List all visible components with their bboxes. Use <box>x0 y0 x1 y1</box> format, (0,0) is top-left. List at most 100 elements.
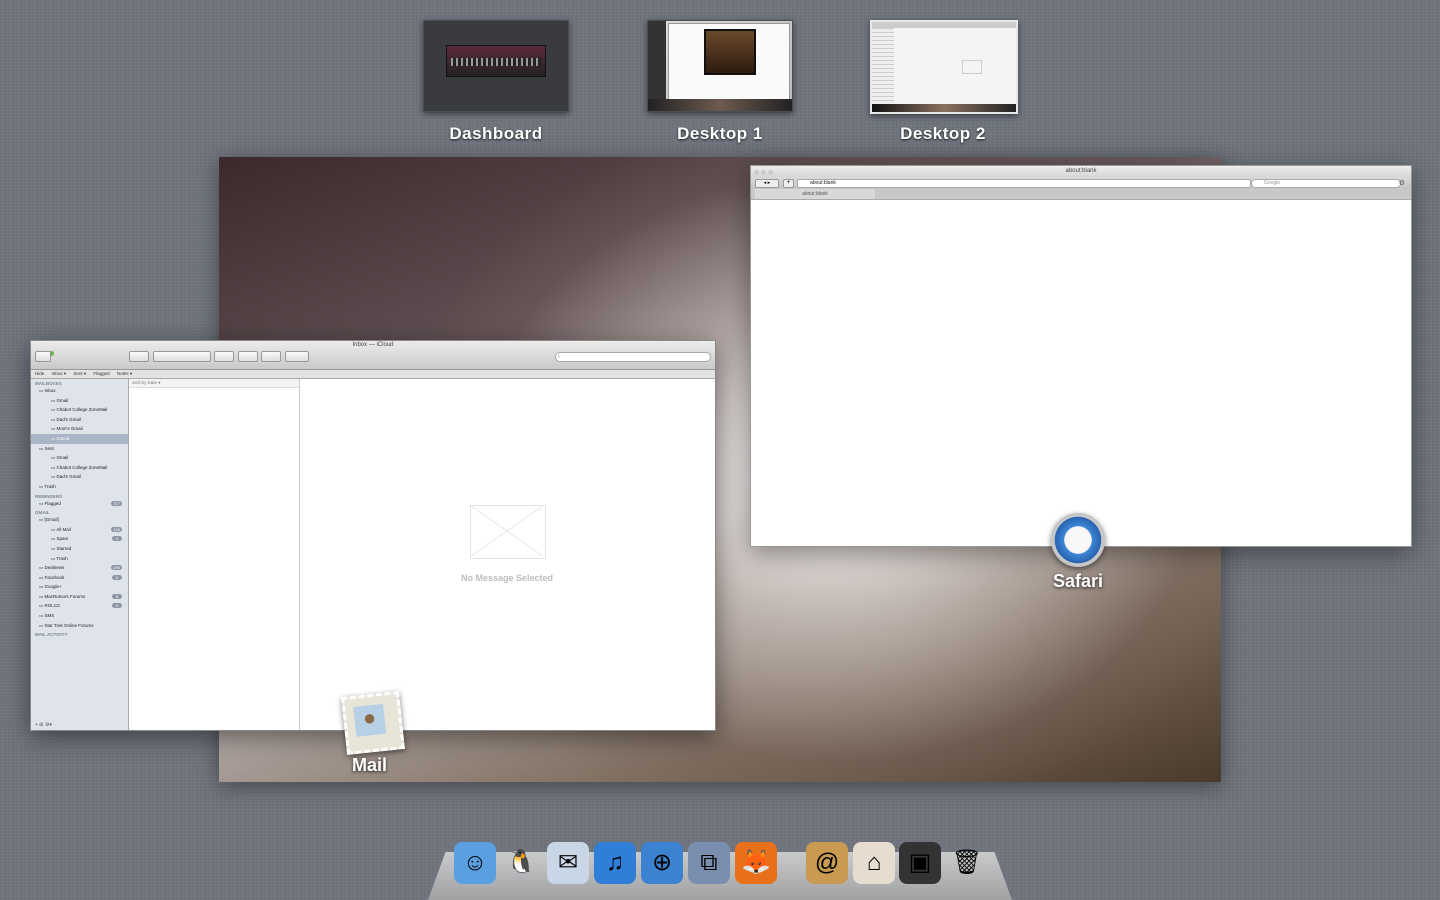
mailbox-label: ▭ ROLCC <box>39 603 61 609</box>
fav-sent[interactable]: Sent ▾ <box>73 371 86 376</box>
sidebar-mailbox[interactable]: ▭ SMS <box>31 611 128 621</box>
gear-icon[interactable]: ⚙ <box>1399 179 1405 187</box>
mailbox-label: MAIL ACTIVITY <box>35 632 68 638</box>
get-mail-button[interactable] <box>35 351 51 362</box>
trash-icon[interactable]: 🗑 <box>946 842 988 884</box>
sidebar-mailbox[interactable]: ▭ Inbox <box>31 386 128 396</box>
safari-titlebar: about:blank <box>751 166 1411 177</box>
mail-app-label: Mail <box>352 755 388 775</box>
desktop-1-thumbnail <box>647 20 793 112</box>
sidebar-mailbox[interactable]: ▭ Starred <box>31 544 128 554</box>
sidebar-mailbox[interactable]: ▭ iCloud <box>31 433 128 444</box>
sidebar-mailbox[interactable]: ▭ Flagged 377 <box>31 499 128 509</box>
space-desktop-1[interactable]: Desktop 1 <box>647 20 793 143</box>
tab-about-blank[interactable]: about:blank <box>755 189 875 199</box>
sidebar-mailbox[interactable]: ▭ Mom's Gmail <box>31 424 128 434</box>
mail-window[interactable]: Inbox — iCloud ⌕ Hide Inbox ▾ Sent ▾ Fla… <box>30 340 716 731</box>
safari-icon[interactable]: ⊕ <box>641 842 683 884</box>
mailbox-label: ▭ Trash <box>51 555 68 561</box>
sidebar-mailbox[interactable]: ▭ Trash <box>31 554 128 564</box>
mailbox-label: ▭ Chabot College ZoneMail <box>51 464 108 470</box>
sidebar-section-header: GMAIL <box>31 508 128 515</box>
mailbox-label: ▭ Chabot College ZoneMail <box>51 407 108 413</box>
mailbox-label: ▭ MacRumors Forums <box>39 593 86 599</box>
sidebar-mailbox[interactable]: ▭ Chabot College ZoneMail <box>31 405 128 415</box>
sidebar-mailbox[interactable]: ▭ [Gmail] <box>31 515 128 525</box>
vmware-icon[interactable]: ⧉ <box>688 842 730 884</box>
sidebar-section-header: MAIL ACTIVITY <box>31 630 128 637</box>
safari-window[interactable]: about:blank ◂ ▸ + about:blank Google ⚙ a… <box>750 165 1412 547</box>
space-dashboard[interactable]: Dashboard <box>423 20 569 143</box>
sidebar-mailbox[interactable]: ▭ Trash <box>31 482 128 492</box>
sidebar-mailbox[interactable]: ▭ Chabot College ZoneMail <box>31 463 128 473</box>
fav-flagged[interactable]: Flagged <box>93 371 109 376</box>
space-label: Desktop 2 <box>900 124 986 143</box>
mailbox-label: ▭ Dad's Gmail <box>51 416 81 422</box>
sidebar-mailbox[interactable]: ▭ Google+ <box>31 582 128 592</box>
unread-count-badge: 377 <box>111 500 122 506</box>
mailbox-label: ▭ Inbox <box>39 388 56 393</box>
mailbox-label: ▭ Facebook <box>39 574 65 580</box>
firefox-icon[interactable]: 🦊 <box>735 842 777 884</box>
mailbox-label: ▭ Mom's Gmail <box>51 426 83 432</box>
home-folder-icon[interactable]: ⌂ <box>853 842 895 884</box>
address-field[interactable]: about:blank <box>797 179 1251 188</box>
sidebar-mailbox[interactable]: ▭ MacRumors Forums 8 <box>31 592 128 602</box>
add-bookmark-button[interactable]: + <box>783 179 794 188</box>
sidebar-mailbox[interactable]: ▭ Sent <box>31 444 128 454</box>
message-list[interactable]: Sort by Date ▾ <box>129 379 300 730</box>
desktop-2-thumbnail <box>870 20 1018 114</box>
fav-notes[interactable]: Notes ▾ <box>117 371 132 376</box>
fav-hide[interactable]: Hide <box>35 371 44 376</box>
sidebar-mailbox[interactable]: ▭ ROLCC 5 <box>31 601 128 611</box>
sidebar-footer-buttons[interactable]: + ⊞ ⚙▾ <box>35 722 52 728</box>
safari-title: about:blank <box>1065 168 1097 174</box>
sidebar-mailbox[interactable]: ▭ All Mail 145 <box>31 525 128 535</box>
sort-by-date[interactable]: Sort by Date ▾ <box>129 379 299 388</box>
itunes-icon[interactable]: ♫ <box>594 842 636 884</box>
unread-count-badge: 190 <box>111 565 122 571</box>
print-button[interactable] <box>261 351 281 362</box>
photo-stack-icon[interactable]: ▣ <box>899 842 941 884</box>
space-label: Desktop 1 <box>677 124 763 143</box>
mailbox-sidebar: MAILBOXES ▭ Inbox ▭ Gmail ▭ Chabot College … <box>31 379 129 730</box>
back-forward-buttons[interactable]: ◂ ▸ <box>755 179 779 188</box>
sidebar-section-header: REMINDERS <box>31 492 128 499</box>
reply-forward-buttons[interactable] <box>153 351 211 362</box>
sidebar-mailbox[interactable]: ▭ Dad's Gmail <box>31 472 128 482</box>
dashboard-thumbnail <box>423 20 569 112</box>
flag-button[interactable] <box>285 351 309 362</box>
unread-count-badge: 6 <box>112 574 122 580</box>
safari-app-label: Safari <box>1053 571 1104 591</box>
unread-count-badge: 8 <box>112 593 122 599</box>
fav-inbox[interactable]: Inbox ▾ <box>52 371 67 376</box>
mailbox-label: ▭ Gmail <box>51 455 69 461</box>
finder-icon[interactable]: ☺ <box>454 842 496 884</box>
space-desktop-2[interactable]: Desktop 2 <box>870 20 1018 143</box>
sidebar-mailbox[interactable]: ▭ Facebook 6 <box>31 573 128 583</box>
mail-app-icon[interactable] <box>341 691 405 755</box>
compose-button[interactable] <box>214 351 234 362</box>
address-book-icon[interactable]: @ <box>806 842 848 884</box>
mailbox-label: ▭ Dad's Gmail <box>51 474 81 480</box>
sidebar-mailbox[interactable]: ▭ Gmail <box>31 453 128 463</box>
sidebar-mailbox[interactable]: ▭ Dealnews 190 <box>31 563 128 573</box>
tab-bar: about:blank <box>751 189 1411 200</box>
sidebar-mailbox[interactable]: ▭ Gmail <box>31 396 128 406</box>
mail-icon[interactable]: ✉ <box>547 842 589 884</box>
adium-icon[interactable]: 🐧 <box>500 842 542 884</box>
sidebar-mailbox[interactable]: ▭ Star Trek Online Forums <box>31 621 128 631</box>
mail-search-field[interactable]: ⌕ <box>555 352 711 362</box>
mailbox-label: ▭ iCloud <box>51 435 70 441</box>
sidebar-mailbox[interactable]: ▭ Dad's Gmail <box>31 415 128 425</box>
google-search-field[interactable]: Google <box>1251 179 1401 188</box>
mailbox-label: ▭ Google+ <box>39 584 62 590</box>
delete-button[interactable] <box>129 351 149 362</box>
mailbox-label: ▭ Star Trek Online Forums <box>39 622 94 628</box>
mailbox-label: ▭ Gmail <box>51 397 69 403</box>
safari-app-icon[interactable] <box>1051 513 1105 567</box>
mail-titlebar: Inbox — iCloud ⌕ <box>31 341 715 370</box>
note-button[interactable] <box>238 351 258 362</box>
sidebar-section-header: MAILBOXES <box>31 379 128 386</box>
sidebar-mailbox[interactable]: ▭ Spam 3 <box>31 534 128 544</box>
